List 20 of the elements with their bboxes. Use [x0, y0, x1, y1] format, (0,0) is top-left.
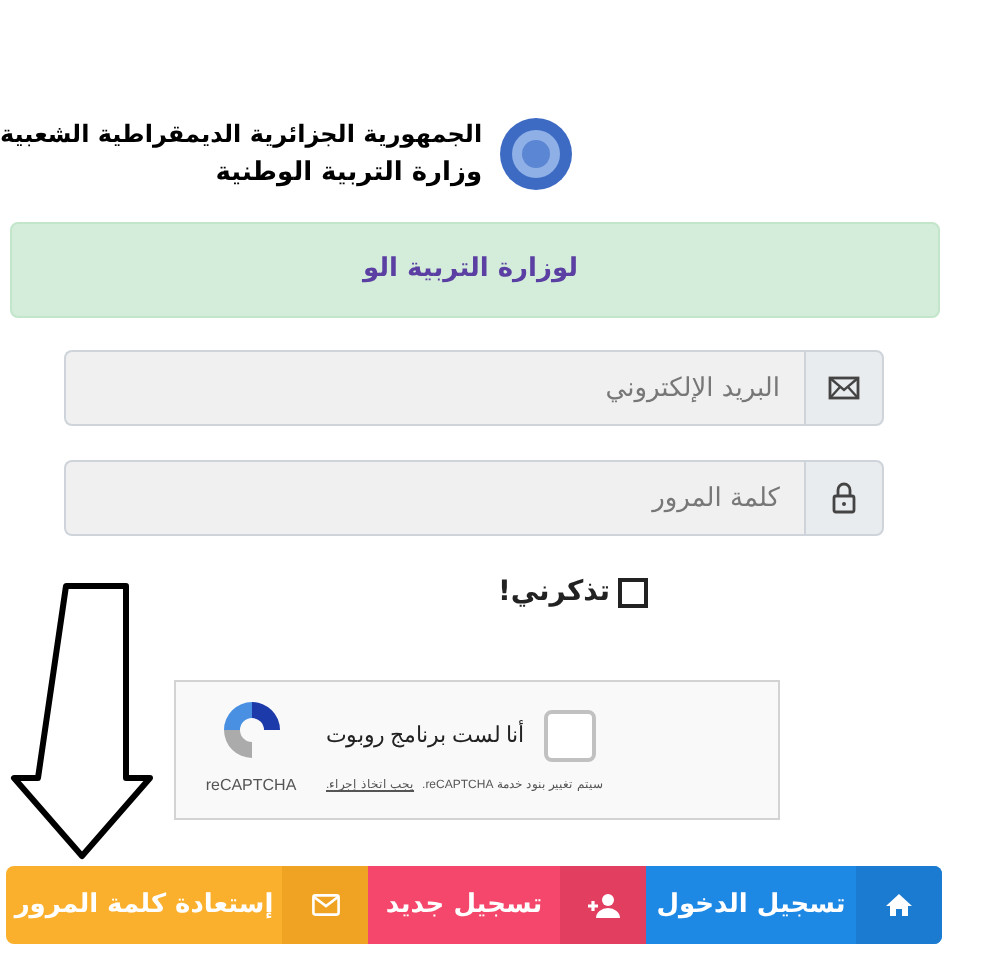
alert-text: لوزارة التربية الو [363, 252, 578, 289]
password-field[interactable]: كلمة المرور [64, 460, 804, 536]
recover-password-button[interactable]: إستعادة كلمة المرور [6, 866, 368, 944]
lock-icon [832, 482, 856, 514]
header-subtitle: وزارة التربية الوطنية [215, 156, 483, 192]
remember-label: تذكرني! [498, 574, 610, 612]
captcha-checkbox[interactable] [544, 710, 597, 762]
emblem-icon [498, 116, 575, 192]
login-button[interactable]: تسجيل الدخول [646, 866, 942, 944]
add-user-icon [587, 893, 619, 917]
captcha-brand: reCAPTCHA [205, 774, 297, 798]
home-icon [886, 894, 912, 916]
remember-checkbox[interactable] [618, 578, 648, 608]
recaptcha-icon [219, 698, 283, 762]
header-title: الجمهورية الجزائرية الديمقراطية الشعبية [0, 118, 483, 152]
envelope-icon [311, 894, 339, 916]
register-button[interactable]: تسجيل جديد [368, 866, 646, 944]
envelope-icon [828, 376, 860, 400]
email-field[interactable]: البريد الإلكتروني [64, 350, 804, 426]
captcha-label: أنا لست برنامج روبوت [326, 719, 525, 752]
